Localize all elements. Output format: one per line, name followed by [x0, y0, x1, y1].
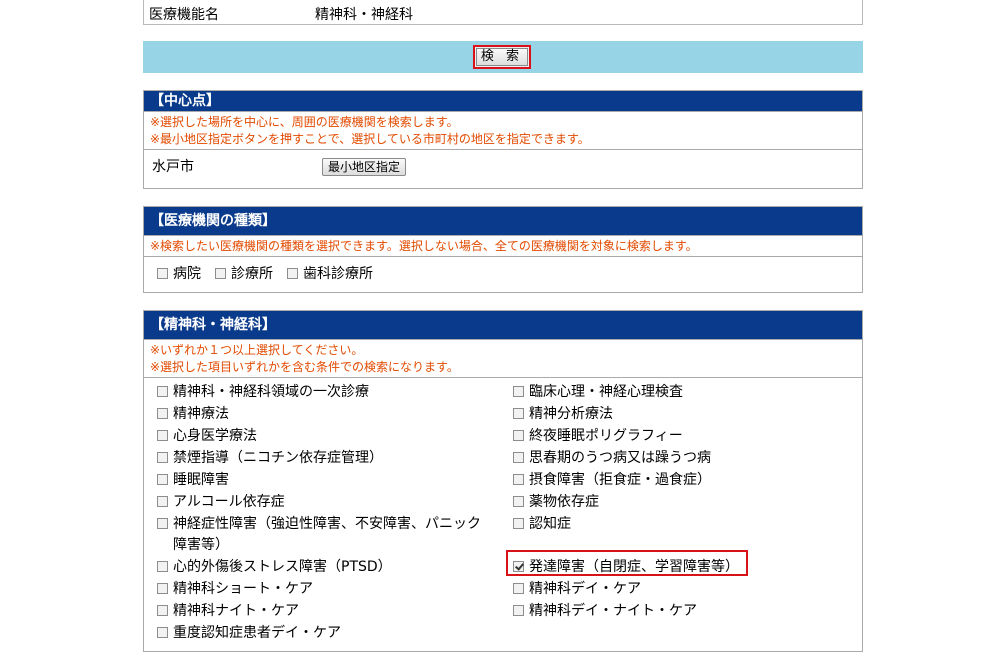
- psychiatry-section: 【精神科・神経科】 ※いずれか１つ以上選択してください。 ※選択した項目いずれか…: [143, 310, 863, 652]
- checkbox[interactable]: [513, 430, 524, 441]
- highlight-box: [506, 550, 748, 576]
- option-drug-dependence[interactable]: 薬物依存症: [513, 491, 599, 511]
- center-location: 水戸市: [152, 159, 194, 175]
- psychiatry-heading: 【精神科・神経科】: [144, 311, 862, 340]
- checkbox[interactable]: [157, 474, 168, 485]
- option-ptsd[interactable]: 心的外傷後ストレス障害（PTSD）: [157, 556, 392, 576]
- option-psychosomatic-therapy[interactable]: 心身医学療法: [157, 425, 257, 445]
- option-adolescent-depression[interactable]: 思春期のうつ病又は躁うつ病: [513, 447, 711, 467]
- checkbox[interactable]: [157, 561, 168, 572]
- checkbox[interactable]: [513, 474, 524, 485]
- option-dementia-day-care[interactable]: 重度認知症患者デイ・ケア: [157, 622, 341, 642]
- checkbox[interactable]: [513, 605, 524, 616]
- option-short-care[interactable]: 精神科ショート・ケア: [157, 578, 313, 598]
- checkbox[interactable]: [215, 268, 226, 279]
- option-alcohol-dependence[interactable]: アルコール依存症: [157, 491, 285, 511]
- option-day-care[interactable]: 精神科デイ・ケア: [513, 578, 641, 598]
- medical-function-row: 医療機能名 精神科・神経科: [143, 0, 863, 25]
- facility-option-clinic[interactable]: 診療所: [215, 263, 273, 283]
- option-smoking-cessation[interactable]: 禁煙指導（ニコチン依存症管理）: [157, 447, 383, 467]
- checkbox[interactable]: [157, 605, 168, 616]
- checkbox[interactable]: [513, 496, 524, 507]
- medical-function-value: 精神科・神経科: [315, 7, 413, 23]
- checkbox[interactable]: [513, 386, 524, 397]
- facility-type-note: ※検索したい医療機関の種類を選択できます。選択しない場合、全ての医療機関を対象に…: [144, 236, 862, 257]
- option-night-care[interactable]: 精神科ナイト・ケア: [157, 600, 299, 620]
- option-eating-disorder[interactable]: 摂食障害（拒食症・過食症）: [513, 469, 711, 489]
- checkbox[interactable]: [157, 430, 168, 441]
- option-psychoanalysis[interactable]: 精神分析療法: [513, 403, 613, 423]
- checkbox[interactable]: [287, 268, 298, 279]
- checkbox[interactable]: [157, 627, 168, 638]
- facility-type-options: 病院 診療所 歯科診療所: [144, 257, 862, 287]
- checkbox[interactable]: [513, 583, 524, 594]
- checkbox[interactable]: [513, 452, 524, 463]
- option-polysomnography[interactable]: 終夜睡眠ポリグラフィー: [513, 425, 683, 445]
- checkbox[interactable]: [157, 268, 168, 279]
- facility-type-heading: 【医療機関の種類】: [144, 207, 862, 236]
- option-psych-primary-care[interactable]: 精神科・神経科領域の一次診療: [157, 381, 369, 401]
- option-dementia[interactable]: 認知症: [513, 513, 571, 533]
- checkbox[interactable]: [157, 583, 168, 594]
- facility-option-hospital[interactable]: 病院: [157, 263, 201, 283]
- option-psychotherapy[interactable]: 精神療法: [157, 403, 229, 423]
- center-point-section: 【中心点】 ※選択した場所を中心に、周囲の医療機関を検索します。 ※最小地区指定…: [143, 90, 863, 189]
- facility-option-dental-clinic[interactable]: 歯科診療所: [287, 263, 373, 283]
- option-clinical-psych-test[interactable]: 臨床心理・神経心理検査: [513, 381, 683, 401]
- checkbox[interactable]: [157, 496, 168, 507]
- psychiatry-options: 精神科・神経科領域の一次診療 精神療法 心身医学療法 禁煙指導（ニコチン依存症管…: [144, 378, 862, 648]
- checkbox[interactable]: [513, 408, 524, 419]
- psychiatry-notes: ※いずれか１つ以上選択してください。 ※選択した項目いずれかを含む条件での検索に…: [144, 340, 862, 378]
- facility-type-section: 【医療機関の種類】 ※検索したい医療機関の種類を選択できます。選択しない場合、全…: [143, 206, 863, 293]
- search-button[interactable]: 検 索: [473, 45, 531, 69]
- option-sleep-disorder[interactable]: 睡眠障害: [157, 469, 229, 489]
- search-form: 医療機能名 精神科・神経科 検 索 【中心点】 ※選択した場所を中心に、周囲の医…: [143, 0, 863, 652]
- checkbox[interactable]: [157, 518, 168, 529]
- checkbox[interactable]: [157, 386, 168, 397]
- option-neurotic-disorder-cont: 障害等）: [173, 537, 229, 553]
- min-area-button[interactable]: 最小地区指定: [322, 158, 407, 176]
- checkbox[interactable]: [157, 408, 168, 419]
- checkbox[interactable]: [513, 518, 524, 529]
- center-location-row: 水戸市 最小地区指定: [144, 150, 862, 180]
- checkbox[interactable]: [157, 452, 168, 463]
- option-neurotic-disorder[interactable]: 神経症性障害（強迫性障害、不安障害、パニック: [157, 513, 481, 533]
- center-point-heading: 【中心点】: [144, 91, 862, 112]
- search-bar: 検 索: [143, 41, 863, 73]
- medical-function-label: 医療機能名: [149, 7, 219, 23]
- option-day-night-care[interactable]: 精神科デイ・ナイト・ケア: [513, 600, 697, 620]
- center-point-notes: ※選択した場所を中心に、周囲の医療機関を検索します。 ※最小地区指定ボタンを押す…: [144, 112, 862, 150]
